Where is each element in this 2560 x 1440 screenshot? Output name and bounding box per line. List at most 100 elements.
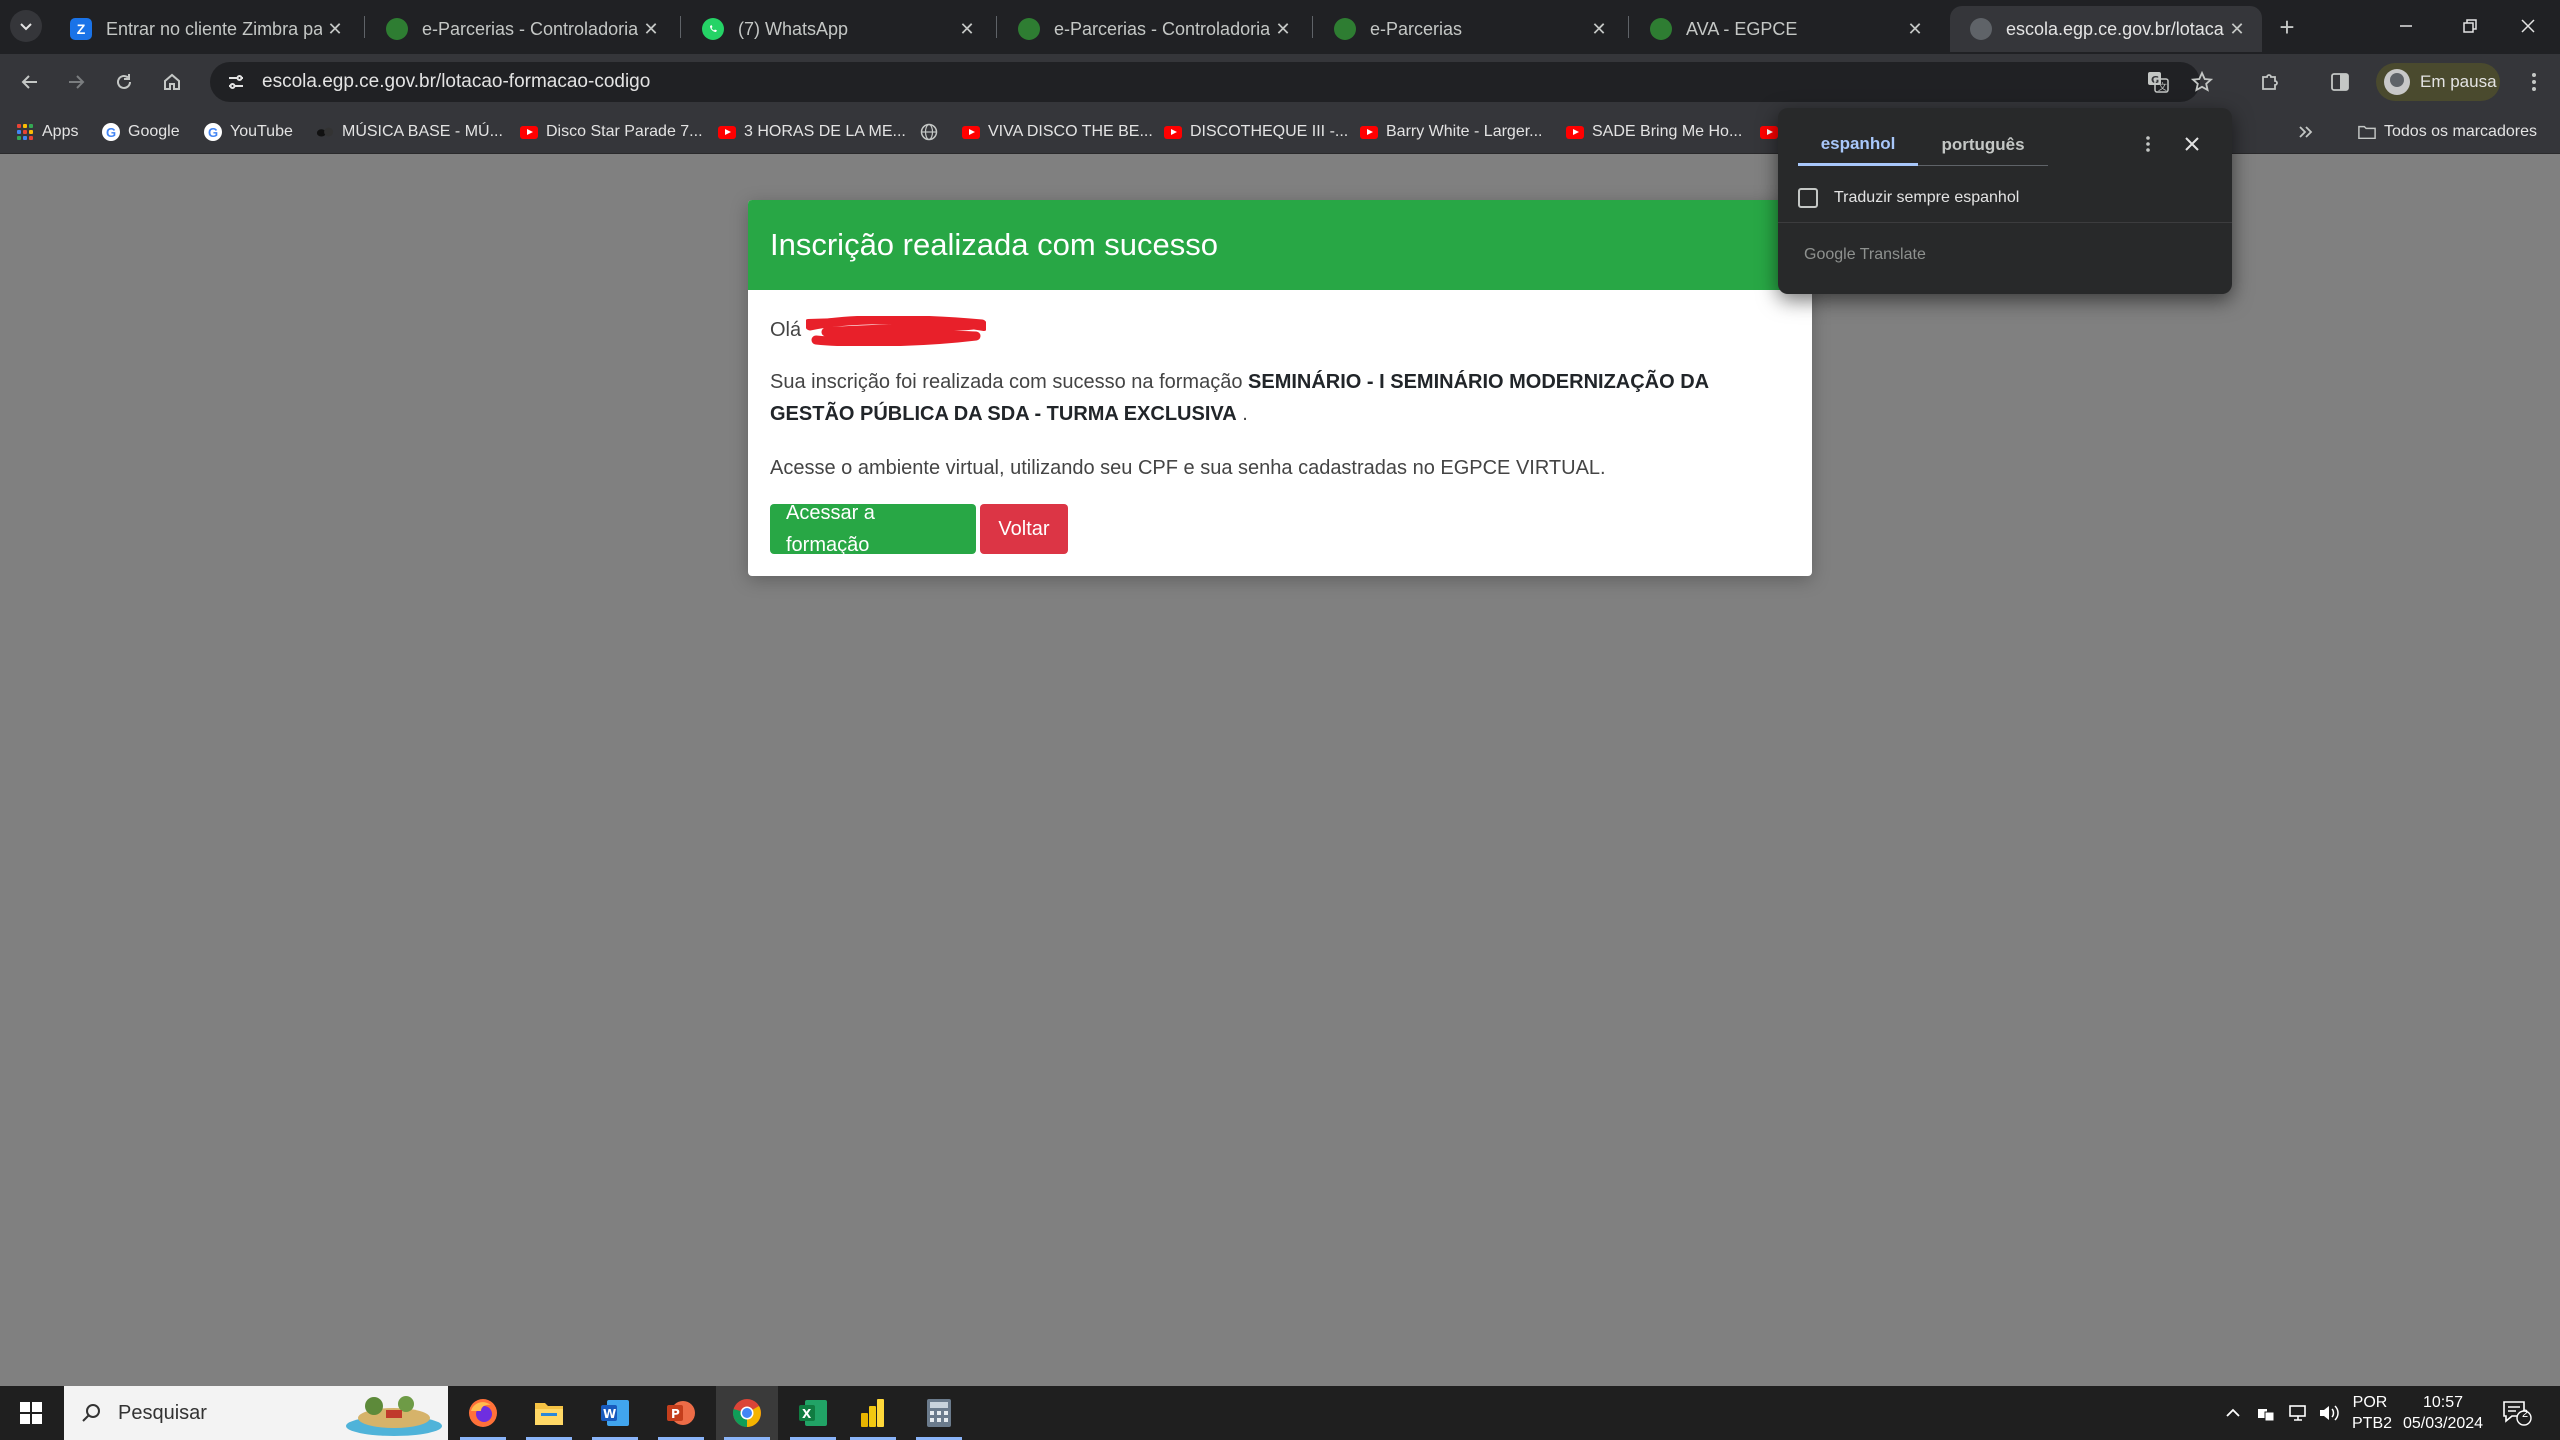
- globe-icon: [1970, 18, 1992, 40]
- bookmark-google[interactable]: G Google: [102, 118, 180, 146]
- taskbar-powerpoint[interactable]: P: [650, 1386, 712, 1440]
- translate-close-button[interactable]: [2174, 126, 2210, 162]
- reload-button[interactable]: [106, 64, 142, 100]
- youtube-icon: [1760, 123, 1778, 141]
- taskbar-word[interactable]: W: [584, 1386, 646, 1440]
- always-translate-option[interactable]: Traduzir sempre espanhol: [1798, 188, 2019, 208]
- extensions-button[interactable]: [2250, 62, 2290, 102]
- calculator-icon: [927, 1399, 951, 1427]
- taskbar-search[interactable]: Pesquisar: [64, 1386, 448, 1440]
- bookmark-discotheque[interactable]: DISCOTHEQUE III -...: [1164, 118, 1348, 146]
- minimize-button[interactable]: [2374, 0, 2438, 52]
- access-course-button[interactable]: Acessar a formação: [770, 502, 976, 556]
- bookmark-viva-disco[interactable]: VIVA DISCO THE BE...: [962, 118, 1153, 146]
- close-icon[interactable]: ✕: [322, 16, 348, 42]
- always-translate-checkbox[interactable]: [1798, 188, 1818, 208]
- close-icon[interactable]: ✕: [638, 16, 664, 42]
- bookmark-3-horas[interactable]: 3 HORAS DE LA ME...: [718, 118, 906, 146]
- new-tab-button[interactable]: +: [2270, 10, 2304, 44]
- show-hidden-icons-button[interactable]: [2224, 1386, 2242, 1440]
- language-code: POR: [2352, 1394, 2388, 1411]
- translate-tab-source-language[interactable]: espanhol: [1798, 124, 1918, 166]
- tray-volume[interactable]: [2318, 1386, 2340, 1440]
- redaction-scribble: [806, 316, 986, 346]
- close-icon[interactable]: ✕: [1586, 16, 1612, 42]
- search-icon: [82, 1404, 100, 1422]
- tab-whatsapp[interactable]: (7) WhatsApp ✕: [682, 6, 992, 52]
- bookmarks-overflow-button[interactable]: [2296, 118, 2314, 146]
- input-language-indicator[interactable]: POR PTB2: [2352, 1392, 2392, 1434]
- close-window-button[interactable]: [2496, 0, 2560, 52]
- taskbar-chrome[interactable]: [716, 1386, 778, 1440]
- tab-e-parcerias-2[interactable]: e-Parcerias - Controladoria e O ✕: [998, 6, 1308, 52]
- taskbar-power-bi[interactable]: [842, 1386, 904, 1440]
- globe-icon: [920, 123, 938, 141]
- close-icon[interactable]: ✕: [2224, 16, 2250, 42]
- instructions-text: Acesse o ambiente virtual, utilizando se…: [770, 457, 1606, 479]
- search-highlight-illustration: [346, 1396, 442, 1436]
- windows-logo-icon: [20, 1402, 42, 1424]
- taskbar-clock[interactable]: 10:57 05/03/2024: [2396, 1392, 2490, 1434]
- taskbar-calculator[interactable]: [908, 1386, 970, 1440]
- tab-title: e-Parcerias - Controladoria e O: [1054, 18, 1270, 39]
- chrome-icon: [732, 1399, 761, 1427]
- forward-button[interactable]: [58, 64, 94, 100]
- address-url[interactable]: escola.egp.ce.gov.br/lotacao-formacao-co…: [262, 71, 650, 93]
- tab-e-parcerias-3[interactable]: e-Parcerias ✕: [1314, 6, 1624, 52]
- success-modal: Inscrição realizada com sucesso Olá Sua …: [748, 200, 1812, 576]
- tab-title: e-Parcerias - Controladoria e O: [422, 18, 638, 39]
- bookmark-label: MÚSICA BASE - MÚ...: [342, 123, 503, 140]
- site-info-icon[interactable]: [216, 62, 256, 102]
- bookmark-youtube[interactable]: G YouTube: [204, 118, 293, 146]
- taskbar-firefox[interactable]: [452, 1386, 514, 1440]
- home-button[interactable]: [154, 64, 190, 100]
- tab-search-button[interactable]: [10, 10, 42, 42]
- start-button[interactable]: [0, 1386, 62, 1440]
- back-button-modal[interactable]: Voltar: [980, 504, 1068, 554]
- svg-text:X: X: [802, 1407, 812, 1421]
- bookmark-star-button[interactable]: [2182, 62, 2222, 102]
- greeting-line: Olá: [770, 314, 1790, 346]
- close-icon: [2185, 137, 2199, 151]
- tab-separator: [364, 16, 365, 38]
- google-icon: G: [102, 123, 120, 141]
- notification-center-button[interactable]: 2: [2502, 1386, 2532, 1440]
- browser-menu-button[interactable]: [2516, 64, 2552, 100]
- shield-icon: [2258, 1409, 2275, 1422]
- translate-page-button[interactable]: G文: [2138, 62, 2178, 102]
- bookmark-disco-star-parade[interactable]: Disco Star Parade 7...: [520, 118, 703, 146]
- restore-button[interactable]: [2438, 0, 2502, 52]
- youtube-icon: [718, 123, 736, 141]
- close-icon[interactable]: ✕: [1902, 16, 1928, 42]
- close-icon[interactable]: ✕: [954, 16, 980, 42]
- tab-escola-egp-active[interactable]: escola.egp.ce.gov.br/lotacao-fo ✕: [1950, 6, 2262, 52]
- tab-e-parcerias-1[interactable]: e-Parcerias - Controladoria e O ✕: [366, 6, 676, 52]
- bookmark-label: SADE Bring Me Ho...: [1592, 123, 1743, 140]
- all-bookmarks-button[interactable]: Todos os marcadores: [2358, 118, 2537, 146]
- bookmark-apps[interactable]: Apps: [16, 118, 78, 146]
- puzzle-icon: [2262, 74, 2278, 90]
- close-icon: [2521, 19, 2535, 33]
- bookmark-barry-white[interactable]: Barry White - Larger...: [1360, 118, 1543, 146]
- bookmark-globe[interactable]: [920, 118, 946, 146]
- tab-zimbra[interactable]: Z Entrar no cliente Zimbra para W ✕: [50, 6, 360, 52]
- profile-button[interactable]: Em pausa: [2376, 63, 2500, 101]
- windows-taskbar: Pesquisar W P X POR PTB2 10:57 05/03/202…: [0, 1386, 2560, 1440]
- taskbar-excel[interactable]: X: [782, 1386, 844, 1440]
- taskbar-file-explorer[interactable]: [518, 1386, 580, 1440]
- translate-options-button[interactable]: [2130, 126, 2166, 162]
- word-icon: W: [601, 1400, 629, 1426]
- modal-body: Olá Sua inscrição foi realizada com suce…: [748, 314, 1812, 556]
- address-bar[interactable]: escola.egp.ce.gov.br/lotacao-formacao-co…: [210, 62, 2200, 102]
- youtube-icon: [1164, 123, 1182, 141]
- translate-divider: [1778, 222, 2232, 223]
- tab-ava-egpce[interactable]: AVA - EGPCE ✕: [1630, 6, 1940, 52]
- close-icon[interactable]: ✕: [1270, 16, 1296, 42]
- bookmark-sade[interactable]: SADE Bring Me Ho...: [1566, 118, 1742, 146]
- bookmark-musica-base[interactable]: MÚSICA BASE - MÚ...: [316, 118, 503, 146]
- translate-tab-target-language[interactable]: português: [1918, 124, 2048, 166]
- tray-security[interactable]: [2256, 1386, 2276, 1440]
- back-button[interactable]: [12, 64, 48, 100]
- side-panel-button[interactable]: [2320, 62, 2360, 102]
- tray-network[interactable]: [2288, 1386, 2310, 1440]
